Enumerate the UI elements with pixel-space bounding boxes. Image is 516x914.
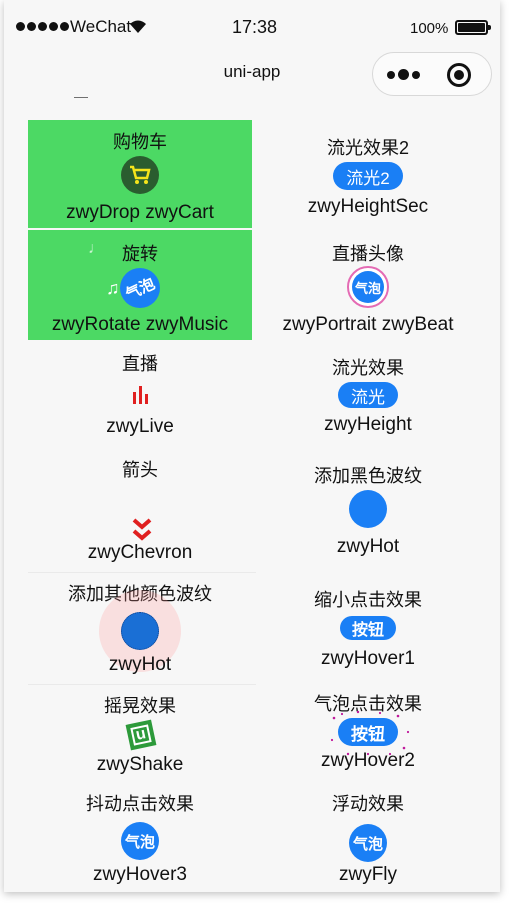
cell-shake[interactable]: 摇晃效果 u zwyShake — [28, 686, 252, 784]
cell-name: zwyChevron — [87, 542, 193, 563]
navigation-bar: uni-app — [4, 52, 500, 96]
bubble-icon-text: 气泡 — [354, 280, 381, 296]
cell-live[interactable]: 直播 zwyLive — [28, 342, 252, 446]
cell-title: 缩小点击效果 — [314, 590, 422, 610]
bubble-button[interactable]: 气泡 — [121, 822, 159, 860]
cell-chevron[interactable]: 箭头 zwyChevron — [28, 448, 252, 568]
shine-button-2[interactable]: 流光2 — [333, 162, 403, 190]
cell-name: zwyHeight — [324, 414, 412, 435]
music-note-icon: ♫ — [106, 278, 120, 298]
cell-title: 摇晃效果 — [104, 696, 176, 716]
capsule-menu — [372, 52, 492, 96]
portrait-avatar[interactable]: 气泡 — [352, 271, 384, 303]
cart-icon[interactable] — [121, 156, 159, 194]
carrier-label: WeChat — [70, 17, 132, 36]
shine-button[interactable]: 流光 — [338, 382, 398, 408]
cell-title: 抖动点击效果 — [86, 794, 194, 814]
shrink-button[interactable]: 按钮 — [340, 616, 396, 640]
cell-name: zwyPortrait zwyBeat — [282, 314, 454, 335]
bubble-icon-text: 气泡 — [124, 833, 155, 851]
cell-name: zwyHover2 — [321, 750, 415, 771]
cell-title: 购物车 — [113, 132, 167, 152]
cell-name: zwyHot — [336, 536, 400, 557]
signal-icon — [16, 22, 69, 31]
more-icon[interactable] — [387, 69, 420, 80]
cell-hot-black[interactable]: 添加黑色波纹 zwyHot — [256, 452, 480, 574]
live-bars-icon — [133, 386, 148, 404]
cell-cart[interactable]: 购物车 zwyDrop zwyCart — [28, 120, 252, 228]
cell-title: 直播头像 — [332, 244, 404, 264]
hot-black-button[interactable] — [349, 490, 387, 528]
cell-name: zwyHover3 — [93, 864, 187, 885]
rotate-bubble-icon[interactable]: 气泡 — [120, 268, 160, 308]
cell-hover1[interactable]: 缩小点击效果 按钮 zwyHover1 — [256, 574, 480, 684]
cell-title: 箭头 — [122, 460, 158, 480]
bubble-icon-text: 气泡 — [123, 274, 158, 303]
cell-title: 浮动效果 — [332, 794, 404, 814]
cell-title: 流光效果2 — [326, 138, 409, 158]
cell-name: zwyRotate zwyMusic — [51, 314, 229, 335]
cell-name: zwyHeightSec — [307, 196, 429, 217]
cell-title: 旋转 — [122, 244, 158, 264]
cell-hot-color[interactable]: 添加其他颜色波纹 zwyHot — [28, 574, 252, 684]
status-bar: WeChat 17:38 100% — [4, 0, 500, 52]
wifi-icon — [130, 20, 146, 33]
float-bubble-button[interactable]: 气泡 — [349, 824, 387, 862]
bubble-click-button[interactable]: 按钮 — [338, 718, 398, 746]
scrolled-content-peek: ― — [74, 92, 88, 100]
cell-title: 直播 — [122, 354, 158, 374]
close-target-icon[interactable] — [447, 63, 471, 87]
cell-fly[interactable]: 浮动效果 气泡 zwyFly — [256, 786, 480, 892]
clock: 17:38 — [232, 17, 278, 37]
battery-percent: 100% — [410, 20, 449, 37]
cell-name: zwyFly — [338, 864, 398, 885]
phone-frame: WeChat 17:38 100% uni-app ― 购物车 zwyDrop … — [4, 0, 500, 892]
shake-icon-text: u — [130, 724, 152, 746]
cell-title: 添加黑色波纹 — [314, 466, 422, 486]
divider — [28, 684, 256, 685]
cell-hover3[interactable]: 抖动点击效果 气泡 zwyHover3 — [28, 786, 252, 892]
cell-name: zwyLive — [106, 416, 174, 437]
bubble-icon-text: 气泡 — [352, 835, 383, 853]
music-note-icon: ♩ — [88, 240, 104, 257]
cell-title: 流光效果 — [332, 358, 404, 378]
cell-name: zwyHot — [108, 654, 172, 675]
cell-name: zwyDrop zwyCart — [66, 202, 214, 223]
shake-icon[interactable]: u — [125, 719, 157, 751]
divider — [28, 572, 256, 573]
battery-icon — [455, 20, 491, 35]
hot-ripple-button[interactable] — [121, 612, 159, 650]
chevron-down-icon — [132, 518, 152, 541]
cell-rotate[interactable]: 旋转 ♩ ♫ 气泡 zwyRotate zwyMusic — [28, 230, 252, 340]
cell-name: zwyHover1 — [321, 648, 415, 669]
cell-name: zwyShake — [96, 754, 184, 775]
cell-height-sec[interactable]: 流光效果2 流光2 zwyHeightSec — [256, 120, 480, 230]
cell-hover2[interactable]: 气泡点击效果 按钮 zwyHover2 — [256, 684, 480, 786]
cell-portrait[interactable]: 直播头像 气泡 zwyPortrait zwyBeat — [256, 230, 480, 342]
cell-height[interactable]: 流光效果 流光 zwyHeight — [256, 342, 480, 452]
